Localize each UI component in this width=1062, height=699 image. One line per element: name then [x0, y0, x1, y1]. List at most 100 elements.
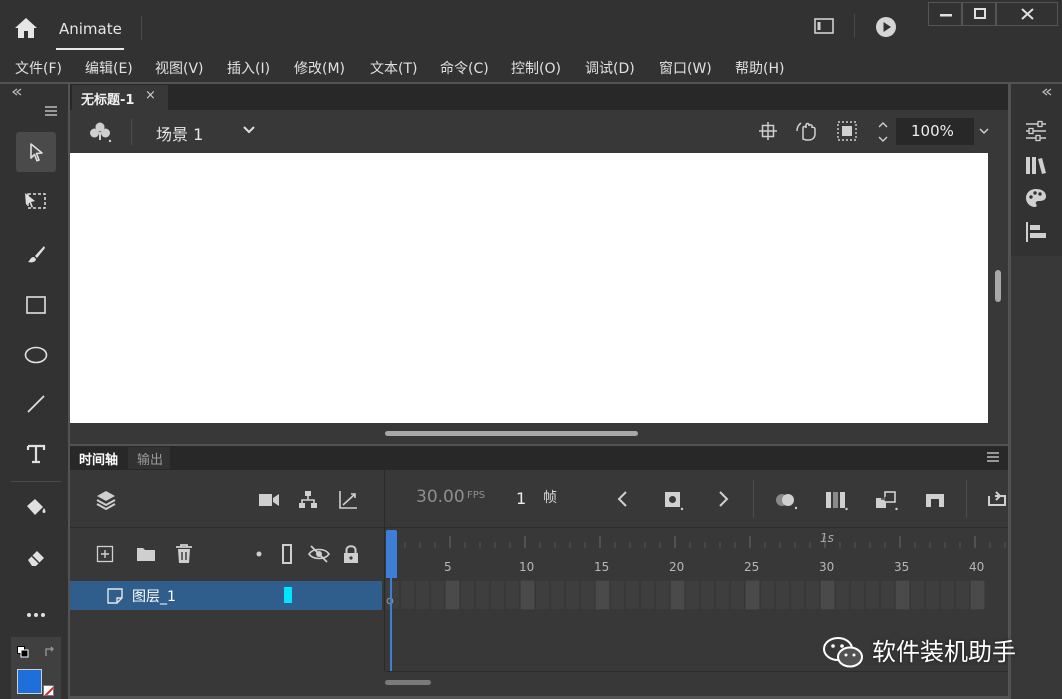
play-icon[interactable]	[874, 15, 898, 39]
default-colors-icon[interactable]	[17, 646, 29, 658]
frame-cell[interactable]	[594, 580, 611, 610]
frame-cell[interactable]	[729, 580, 746, 610]
frame-cell[interactable]	[924, 580, 941, 610]
center-stage-icon[interactable]	[757, 120, 779, 142]
home-icon[interactable]	[10, 14, 42, 42]
insert-frame-icon[interactable]	[874, 489, 898, 511]
new-folder-icon[interactable]	[135, 544, 157, 564]
frame-cell[interactable]	[879, 580, 896, 610]
layer-name[interactable]: 图层_1	[132, 586, 176, 606]
frame-cell[interactable]	[414, 580, 431, 610]
brush-tool-icon[interactable]	[16, 234, 56, 274]
rotate-stage-icon[interactable]	[795, 119, 821, 143]
zoom-input[interactable]: 100%	[896, 118, 974, 145]
frame-cell[interactable]	[549, 580, 566, 610]
frame-cell[interactable]	[849, 580, 866, 610]
close-icon[interactable]	[996, 2, 1058, 26]
minimize-icon[interactable]	[928, 2, 962, 26]
frame-cell[interactable]	[564, 580, 581, 610]
layers-icon[interactable]	[94, 488, 118, 512]
frame-cell[interactable]	[909, 580, 926, 610]
frame-cell[interactable]	[774, 580, 791, 610]
menu-window[interactable]: 窗口(W)	[659, 58, 712, 78]
next-frame-icon[interactable]	[714, 489, 732, 509]
panel-menu-icon[interactable]	[44, 106, 58, 116]
onion-skin-icon[interactable]	[773, 489, 799, 511]
free-transform-tool-icon[interactable]	[16, 181, 56, 221]
frame-cell[interactable]	[654, 580, 671, 610]
app-tab[interactable]: Animate	[56, 6, 124, 50]
prev-frame-icon[interactable]	[614, 489, 632, 509]
menu-file[interactable]: 文件(F)	[15, 58, 62, 78]
text-tool-icon[interactable]	[16, 434, 56, 474]
align-panel-icon[interactable]	[1024, 221, 1048, 243]
show-hide-icon[interactable]	[307, 543, 331, 565]
stroke-color-swatch[interactable]	[43, 685, 54, 696]
tab-output[interactable]: 输出	[137, 449, 163, 468]
more-tools-icon[interactable]	[16, 595, 56, 635]
properties-panel-icon[interactable]	[1024, 120, 1048, 142]
convert-frame-icon[interactable]	[924, 489, 946, 511]
tab-timeline[interactable]: 时间轴	[79, 449, 118, 468]
menu-text[interactable]: 文本(T)	[370, 58, 417, 78]
close-tab-icon[interactable]: ×	[145, 88, 156, 103]
chevron-down-icon[interactable]	[241, 123, 257, 137]
frame-cell[interactable]	[699, 580, 716, 610]
timeline-horizontal-scrollbar[interactable]	[385, 680, 431, 685]
frame-cell[interactable]	[759, 580, 776, 610]
oval-tool-icon[interactable]	[16, 335, 56, 375]
frame-cell[interactable]	[939, 580, 956, 610]
frame-cell[interactable]	[744, 580, 761, 610]
clip-content-icon[interactable]	[836, 120, 858, 142]
menu-help[interactable]: 帮助(H)	[735, 58, 784, 78]
timeline-ruler[interactable]	[385, 528, 1008, 580]
frame-cell[interactable]	[789, 580, 806, 610]
line-tool-icon[interactable]	[16, 384, 56, 424]
document-tab[interactable]: 无标题-1 ×	[72, 85, 168, 110]
outline-icon[interactable]	[280, 543, 294, 565]
frame-cell[interactable]	[819, 580, 836, 610]
frame-cell[interactable]	[385, 580, 401, 610]
menu-modify[interactable]: 修改(M)	[294, 58, 345, 78]
lock-icon[interactable]	[342, 543, 360, 565]
rectangle-tool-icon[interactable]	[16, 285, 56, 325]
frame-cell[interactable]	[669, 580, 686, 610]
edit-multiple-frames-icon[interactable]	[824, 489, 848, 511]
layer-color-swatch[interactable]	[284, 587, 292, 603]
menu-view[interactable]: 视图(V)	[155, 58, 204, 78]
delete-icon[interactable]	[174, 543, 194, 565]
swatches-panel-icon[interactable]	[1024, 187, 1048, 209]
frame-cell[interactable]	[639, 580, 656, 610]
layer-parenting-icon[interactable]	[297, 489, 319, 511]
scene-label[interactable]: 场景 1	[156, 121, 203, 145]
frame-cell[interactable]	[474, 580, 491, 610]
timeline-menu-icon[interactable]	[986, 452, 1000, 462]
maximize-icon[interactable]	[962, 2, 996, 26]
frame-cell[interactable]	[624, 580, 641, 610]
stage-horizontal-scrollbar[interactable]	[385, 431, 638, 436]
selection-tool-icon[interactable]	[16, 132, 56, 172]
frame-cell[interactable]	[534, 580, 551, 610]
keyframe-icon[interactable]	[662, 489, 684, 511]
frame-cell[interactable]	[489, 580, 506, 610]
frame-cell[interactable]	[399, 580, 416, 610]
camera-icon[interactable]	[257, 490, 281, 510]
collapse-panel-icon[interactable]	[12, 88, 22, 96]
menu-edit[interactable]: 编辑(E)	[85, 58, 133, 78]
paint-bucket-tool-icon[interactable]	[16, 487, 56, 527]
stage-vertical-scrollbar[interactable]	[995, 270, 1001, 302]
loop-icon[interactable]	[986, 489, 1008, 511]
new-layer-icon[interactable]	[96, 545, 114, 563]
frame-track[interactable]	[385, 580, 985, 610]
frame-cell[interactable]	[444, 580, 461, 610]
library-panel-icon[interactable]	[1024, 154, 1048, 176]
frame-cell[interactable]	[894, 580, 911, 610]
workspace-icon[interactable]	[813, 17, 835, 35]
frame-cell[interactable]	[504, 580, 521, 610]
frame-cell[interactable]	[429, 580, 446, 610]
expand-panel-icon[interactable]	[1042, 88, 1052, 96]
current-frame[interactable]: 1	[516, 489, 526, 508]
highlight-icon[interactable]	[255, 550, 263, 558]
menu-debug[interactable]: 调试(D)	[585, 58, 635, 78]
graph-icon[interactable]	[337, 489, 359, 511]
